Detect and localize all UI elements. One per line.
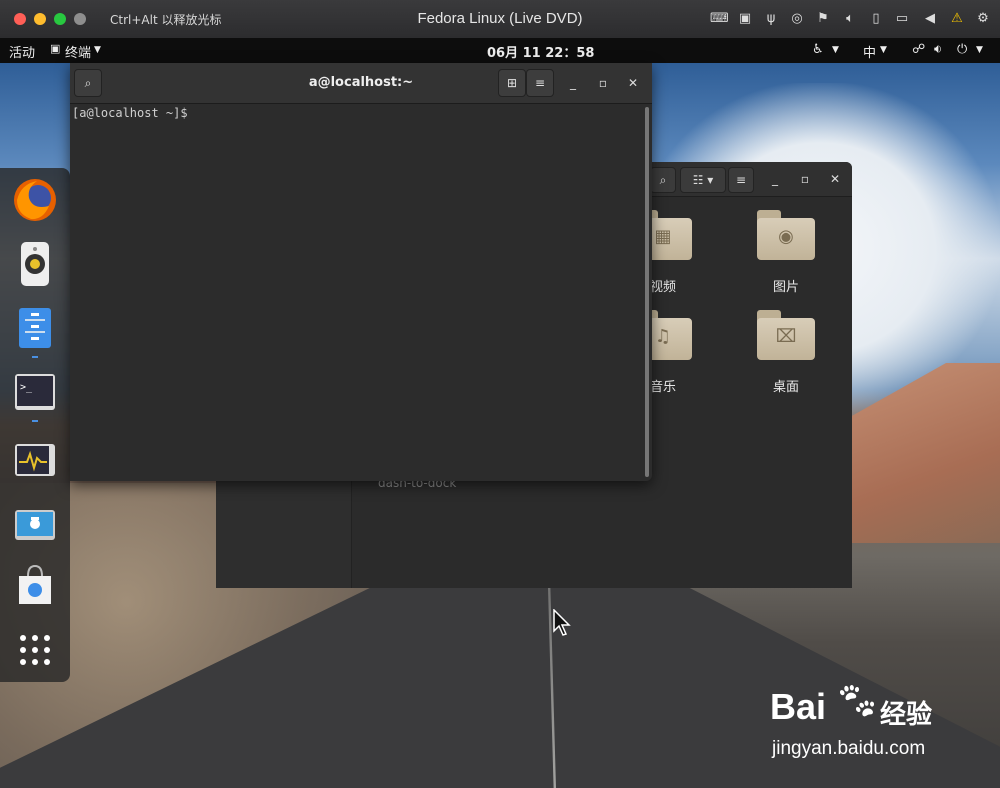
terminal-maximize-icon[interactable]: ▫ — [592, 72, 614, 94]
terminal-menu-button[interactable]: ≡ — [526, 69, 554, 97]
input-method-indicator[interactable]: 中 — [863, 42, 876, 61]
files-maximize-icon[interactable]: ▫ — [794, 168, 816, 190]
clock[interactable]: 06月 11 22：58 — [487, 42, 594, 61]
running-indicator — [32, 420, 38, 422]
gear-icon[interactable]: ⚙ — [975, 11, 991, 27]
device-icon[interactable]: ▯ — [868, 11, 884, 27]
watermark-url: jingyan.baidu.com — [772, 738, 926, 759]
show-apps-icon[interactable] — [11, 626, 59, 674]
files-minimize-icon[interactable]: _ — [764, 168, 786, 190]
camera-icon[interactable]: ▭ — [894, 11, 910, 27]
files-close-icon[interactable]: ✕ — [824, 168, 846, 190]
software-icon[interactable] — [11, 560, 59, 608]
camera-folder-icon: ◉ — [778, 226, 794, 247]
vm-title-bar: Ctrl+Alt 以释放光标 Fedora Linux (Live DVD) ⌨… — [0, 0, 1000, 39]
chevron-down-icon: ▼ — [880, 45, 887, 55]
shell-prompt: [a@localhost ~]$ — [72, 106, 188, 120]
terminal-header-bar: ⌕ a@localhost:~ ⊞ ≡ _ ▫ ✕ — [70, 63, 652, 104]
keyboard-icon[interactable]: ⌨ — [710, 11, 729, 27]
network-off-icon[interactable]: ⚑ — [815, 11, 831, 27]
mouse-cursor-icon — [553, 608, 571, 641]
view-mode-button[interactable]: ☷ ▾ — [680, 167, 726, 193]
svg-text:>_: >_ — [20, 382, 33, 393]
accessibility-icon[interactable]: ♿︎ — [812, 42, 824, 57]
activities-button[interactable]: 活动 — [9, 42, 35, 61]
paw-logo-icon: 🐾︎ — [834, 681, 880, 722]
battery-icon[interactable]: ⏻ — [957, 42, 967, 57]
back-icon[interactable]: ◀ — [922, 11, 938, 27]
volume-icon[interactable]: 🔉︎ — [934, 42, 942, 57]
terminal-output[interactable]: [a@localhost ~]$ — [70, 104, 644, 481]
running-indicator — [32, 356, 38, 358]
firefox-icon[interactable] — [11, 176, 59, 224]
system-monitor-icon[interactable] — [11, 436, 59, 484]
terminal-minimize-icon[interactable]: _ — [562, 72, 584, 94]
app-menu-button[interactable]: 终端 — [65, 42, 91, 61]
terminal-scrollbar[interactable] — [645, 107, 649, 477]
cpu-icon[interactable]: ▣ — [737, 11, 753, 27]
chevron-down-icon: ▼ — [976, 45, 983, 55]
desktop-folder-icon: ⌧ — [775, 326, 797, 347]
app-menu-icon: ▣ — [50, 42, 61, 55]
folder-label: 图片 — [772, 280, 799, 295]
screenshot-icon[interactable] — [11, 500, 59, 548]
terminal-icon[interactable]: >_ — [11, 368, 59, 416]
watermark-brand: Bai — [770, 686, 827, 727]
baidu-watermark: Bai 🐾︎ 经验 jingyan.baidu.com — [770, 680, 980, 760]
files-search-button[interactable]: ⌕ — [650, 167, 676, 193]
new-tab-button[interactable]: ⊞ — [498, 69, 526, 97]
chevron-down-icon: ▼ — [94, 45, 101, 55]
folder-label: 桌面 — [772, 380, 799, 395]
files-icon[interactable] — [11, 304, 59, 352]
gnome-top-bar: 活动 ▣ 终端 ▼ 06月 11 22：58 ♿︎ ▼ 中 ▼ ☍ 🔉︎ ⏻ ▼ — [0, 38, 1000, 63]
volume-icon[interactable]: 🔈︎ — [842, 11, 858, 27]
network-icon[interactable]: ☍ — [912, 42, 925, 57]
terminal-close-icon[interactable]: ✕ — [622, 72, 644, 94]
chevron-down-icon: ▼ — [832, 45, 839, 55]
files-menu-button[interactable]: ≡ — [728, 167, 754, 193]
watermark-brand-cn: 经验 — [880, 700, 933, 730]
warning-icon[interactable]: ⚠ — [949, 11, 965, 27]
dash-to-dock: >_ — [0, 168, 70, 682]
disc-icon[interactable]: ◎ — [789, 11, 805, 27]
usb-icon[interactable]: ψ — [763, 11, 779, 27]
terminal-window[interactable]: ⌕ a@localhost:~ ⊞ ≡ _ ▫ ✕ [a@localhost ~… — [70, 63, 652, 481]
rhythmbox-icon[interactable] — [11, 240, 59, 288]
